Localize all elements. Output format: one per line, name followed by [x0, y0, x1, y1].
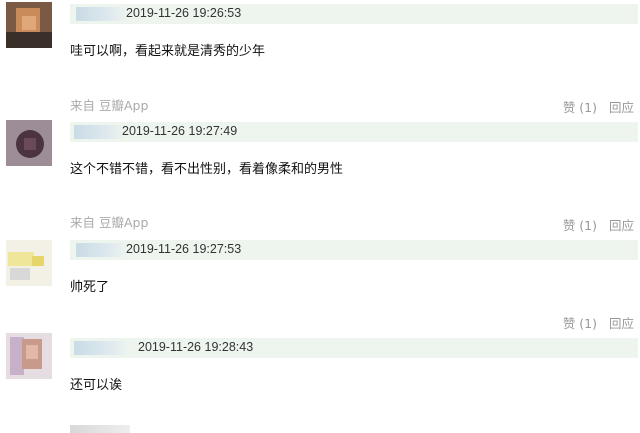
next-comment-blurred — [70, 425, 130, 433]
comment-meta-bar: 2019-11-26 19:26:53 — [70, 4, 638, 24]
avatar[interactable] — [6, 333, 52, 379]
reply-button[interactable]: 回应 — [609, 100, 634, 115]
comment-actions: 赞 (1) 回应 — [563, 313, 634, 332]
comment-meta-bar: 2019-11-26 19:28:43 — [70, 338, 638, 358]
like-button[interactable]: 赞 (1) — [563, 316, 597, 331]
comment-text: 这个不错不错，看不出性别，看着像柔和的男性 — [70, 162, 344, 177]
avatar[interactable] — [6, 240, 52, 286]
comment-time: 2019-11-26 19:26:53 — [126, 6, 242, 20]
comment-time: 2019-11-26 19:28:43 — [138, 340, 254, 354]
username-blurred[interactable] — [76, 243, 128, 257]
comment-source: 来自 豆瓣App — [70, 215, 149, 230]
comment-source: 来自 豆瓣App — [70, 98, 149, 113]
comment-meta-bar: 2019-11-26 19:27:49 — [70, 122, 638, 142]
comment-text: 哇可以啊，看起来就是清秀的少年 — [70, 44, 266, 59]
comment-actions: 赞 (1) 回应 — [563, 215, 634, 234]
avatar[interactable] — [6, 120, 52, 166]
username-blurred[interactable] — [74, 341, 130, 355]
comment-time: 2019-11-26 19:27:49 — [122, 124, 238, 138]
comment-actions: 赞 (1) 回应 — [563, 97, 634, 116]
reply-button[interactable]: 回应 — [609, 316, 634, 331]
avatar[interactable] — [6, 2, 52, 48]
like-button[interactable]: 赞 (1) — [563, 218, 597, 233]
comment-time: 2019-11-26 19:27:53 — [126, 242, 242, 256]
comment-text: 还可以诶 — [70, 378, 123, 393]
comment-meta-bar: 2019-11-26 19:27:53 — [70, 240, 638, 260]
username-blurred[interactable] — [74, 125, 126, 139]
username-blurred[interactable] — [76, 7, 128, 21]
comment-text: 帅死了 — [70, 280, 110, 295]
like-button[interactable]: 赞 (1) — [563, 100, 597, 115]
reply-button[interactable]: 回应 — [609, 218, 634, 233]
